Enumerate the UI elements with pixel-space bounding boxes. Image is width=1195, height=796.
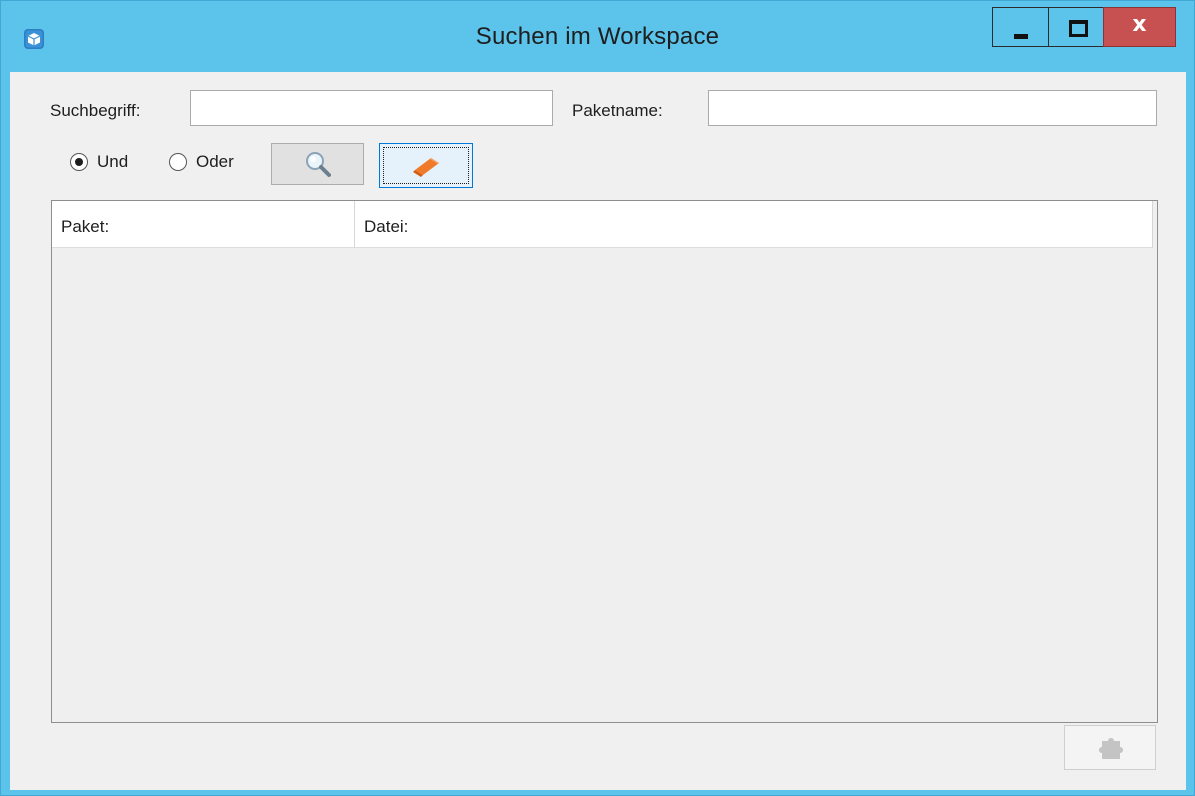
open-package-button[interactable] <box>1064 725 1156 770</box>
clear-button[interactable] <box>379 143 473 188</box>
maximize-button[interactable] <box>1048 7 1104 47</box>
column-header-paket[interactable]: Paket: <box>52 201 355 248</box>
and-radio-label[interactable]: Und <box>97 152 128 172</box>
close-button[interactable]: x <box>1103 7 1176 47</box>
or-radio-label[interactable]: Oder <box>196 152 234 172</box>
maximize-icon <box>1069 20 1088 37</box>
search-term-input[interactable] <box>190 90 553 126</box>
puzzle-icon <box>1099 738 1123 759</box>
search-term-label: Suchbegriff: <box>50 101 141 120</box>
column-header-datei[interactable]: Datei: <box>355 201 1153 248</box>
close-icon: x <box>1132 12 1147 37</box>
and-radio-selected-dot <box>75 158 83 166</box>
search-button[interactable] <box>271 143 364 185</box>
minimize-button[interactable] <box>992 7 1048 47</box>
package-name-input[interactable] <box>708 90 1157 126</box>
search-window: Suchen im Workspace x Suchbegriff: Paket… <box>0 0 1195 796</box>
eraser-icon <box>413 158 439 177</box>
and-radio[interactable] <box>70 153 88 171</box>
minimize-icon <box>1014 34 1028 39</box>
or-radio[interactable] <box>169 153 187 171</box>
header-filler <box>1153 201 1157 248</box>
dialog-client-area: Suchbegriff: Paketname: Und Oder Paket: … <box>10 72 1186 790</box>
results-table[interactable]: Paket: Datei: <box>51 200 1158 723</box>
title-bar[interactable]: Suchen im Workspace x <box>1 1 1194 71</box>
magnifier-icon <box>306 152 331 177</box>
package-name-label: Paketname: <box>572 101 663 120</box>
